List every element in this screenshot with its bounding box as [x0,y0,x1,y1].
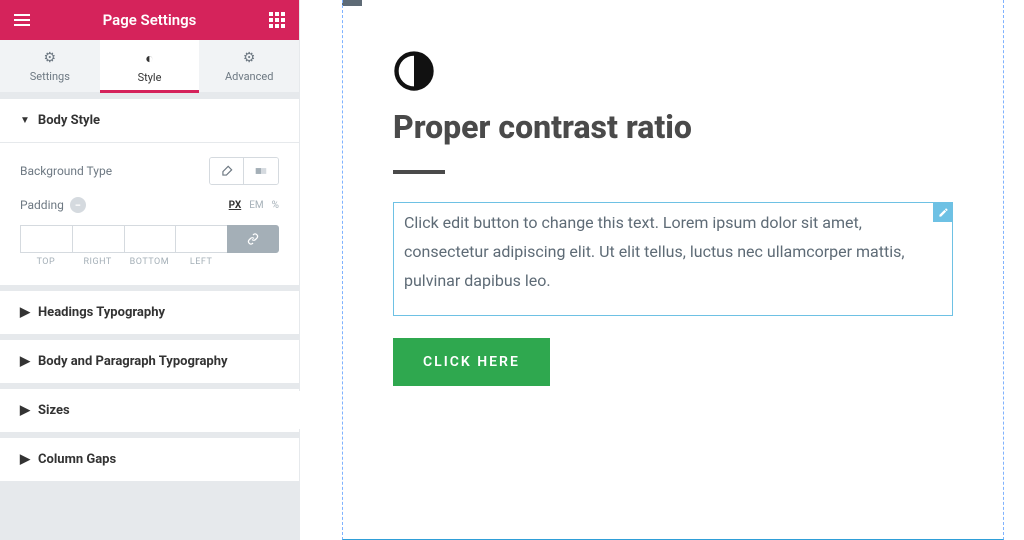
tab-settings[interactable]: Settings [0,40,100,92]
panel-body: ▼ Body Style Background Type Padding [0,93,299,540]
cta-button[interactable]: CLICK HERE [393,338,550,386]
tab-label: Advanced [225,70,273,83]
section-column-gaps[interactable]: ▶ Column Gaps [0,438,299,481]
pencil-icon [938,207,949,218]
apps-grid-icon[interactable] [267,10,287,30]
link-icon [247,233,259,245]
padding-label: Padding − [20,197,86,213]
padding-top-label: TOP [37,257,56,267]
padding-left-input[interactable] [175,225,227,253]
caret-right-icon: ▶ [20,403,30,418]
section-sizes[interactable]: ▶ Sizes [0,389,299,432]
padding-right-label: RIGHT [83,257,111,267]
section-outline: Proper contrast ratio Click edit button … [342,0,1004,540]
section-title: Headings Typography [38,305,165,320]
section-title: Body and Paragraph Typography [38,354,228,369]
section-title: Column Gaps [38,452,116,467]
unit-px[interactable]: PX [229,200,242,211]
canvas: Proper contrast ratio Click edit button … [300,0,1024,540]
background-type-label: Background Type [20,164,112,178]
padding-left-label: LEFT [190,257,212,267]
gear-icon [0,50,100,66]
section-headings-typography[interactable]: ▶ Headings Typography [0,291,299,334]
gradient-icon [254,164,268,178]
heading[interactable]: Proper contrast ratio [393,108,953,146]
tab-advanced[interactable]: Advanced [199,40,299,92]
padding-right-input[interactable] [72,225,124,253]
padding-bottom-input[interactable] [124,225,176,253]
caret-down-icon: ▼ [20,115,30,126]
padding-top-input[interactable] [20,225,72,253]
panel-title: Page Settings [32,11,267,29]
padding-units: PX EM % [229,200,279,211]
background-gradient-button[interactable] [244,158,278,184]
background-type-toggle [209,157,279,185]
section-body-style-header[interactable]: ▼ Body Style [0,99,299,143]
caret-right-icon: ▶ [20,354,30,369]
section-body-style: Background Type Padding − PX E [0,143,299,291]
brush-icon [220,164,234,178]
tab-style[interactable]: Style [100,40,200,92]
contrast-icon [393,50,435,92]
padding-inputs: TOP RIGHT BOTTOM LEFT [20,225,279,267]
padding-bottom-label: BOTTOM [130,257,169,267]
panel-header: Page Settings [0,0,299,40]
caret-right-icon: ▶ [20,452,30,467]
panel-tabs: Settings Style Advanced [0,40,299,93]
tab-label: Style [138,71,162,84]
edit-widget-button[interactable] [933,202,953,222]
unit-pct[interactable]: % [272,200,279,211]
padding-row-header: Padding − PX EM % [20,197,279,213]
tab-label: Settings [30,70,70,83]
background-type-row: Background Type [20,157,279,185]
divider [393,170,445,174]
section-title: Sizes [38,403,70,418]
caret-right-icon: ▶ [20,305,30,320]
paragraph-text[interactable]: Click edit button to change this text. L… [404,213,905,290]
unit-em[interactable]: EM [249,200,263,211]
settings-panel: Page Settings Settings Style Advanced ▼ … [0,0,300,540]
link-values-button[interactable] [227,225,279,253]
text-editor-widget[interactable]: Click edit button to change this text. L… [393,202,953,316]
section-title: Body Style [38,113,100,128]
section-body-paragraph-typography[interactable]: ▶ Body and Paragraph Typography [0,340,299,383]
gear-icon [199,50,299,66]
contrast-icon [100,50,200,67]
background-classic-button[interactable] [210,158,244,184]
menu-icon[interactable] [12,10,32,30]
responsive-toggle-icon[interactable]: − [70,197,86,213]
